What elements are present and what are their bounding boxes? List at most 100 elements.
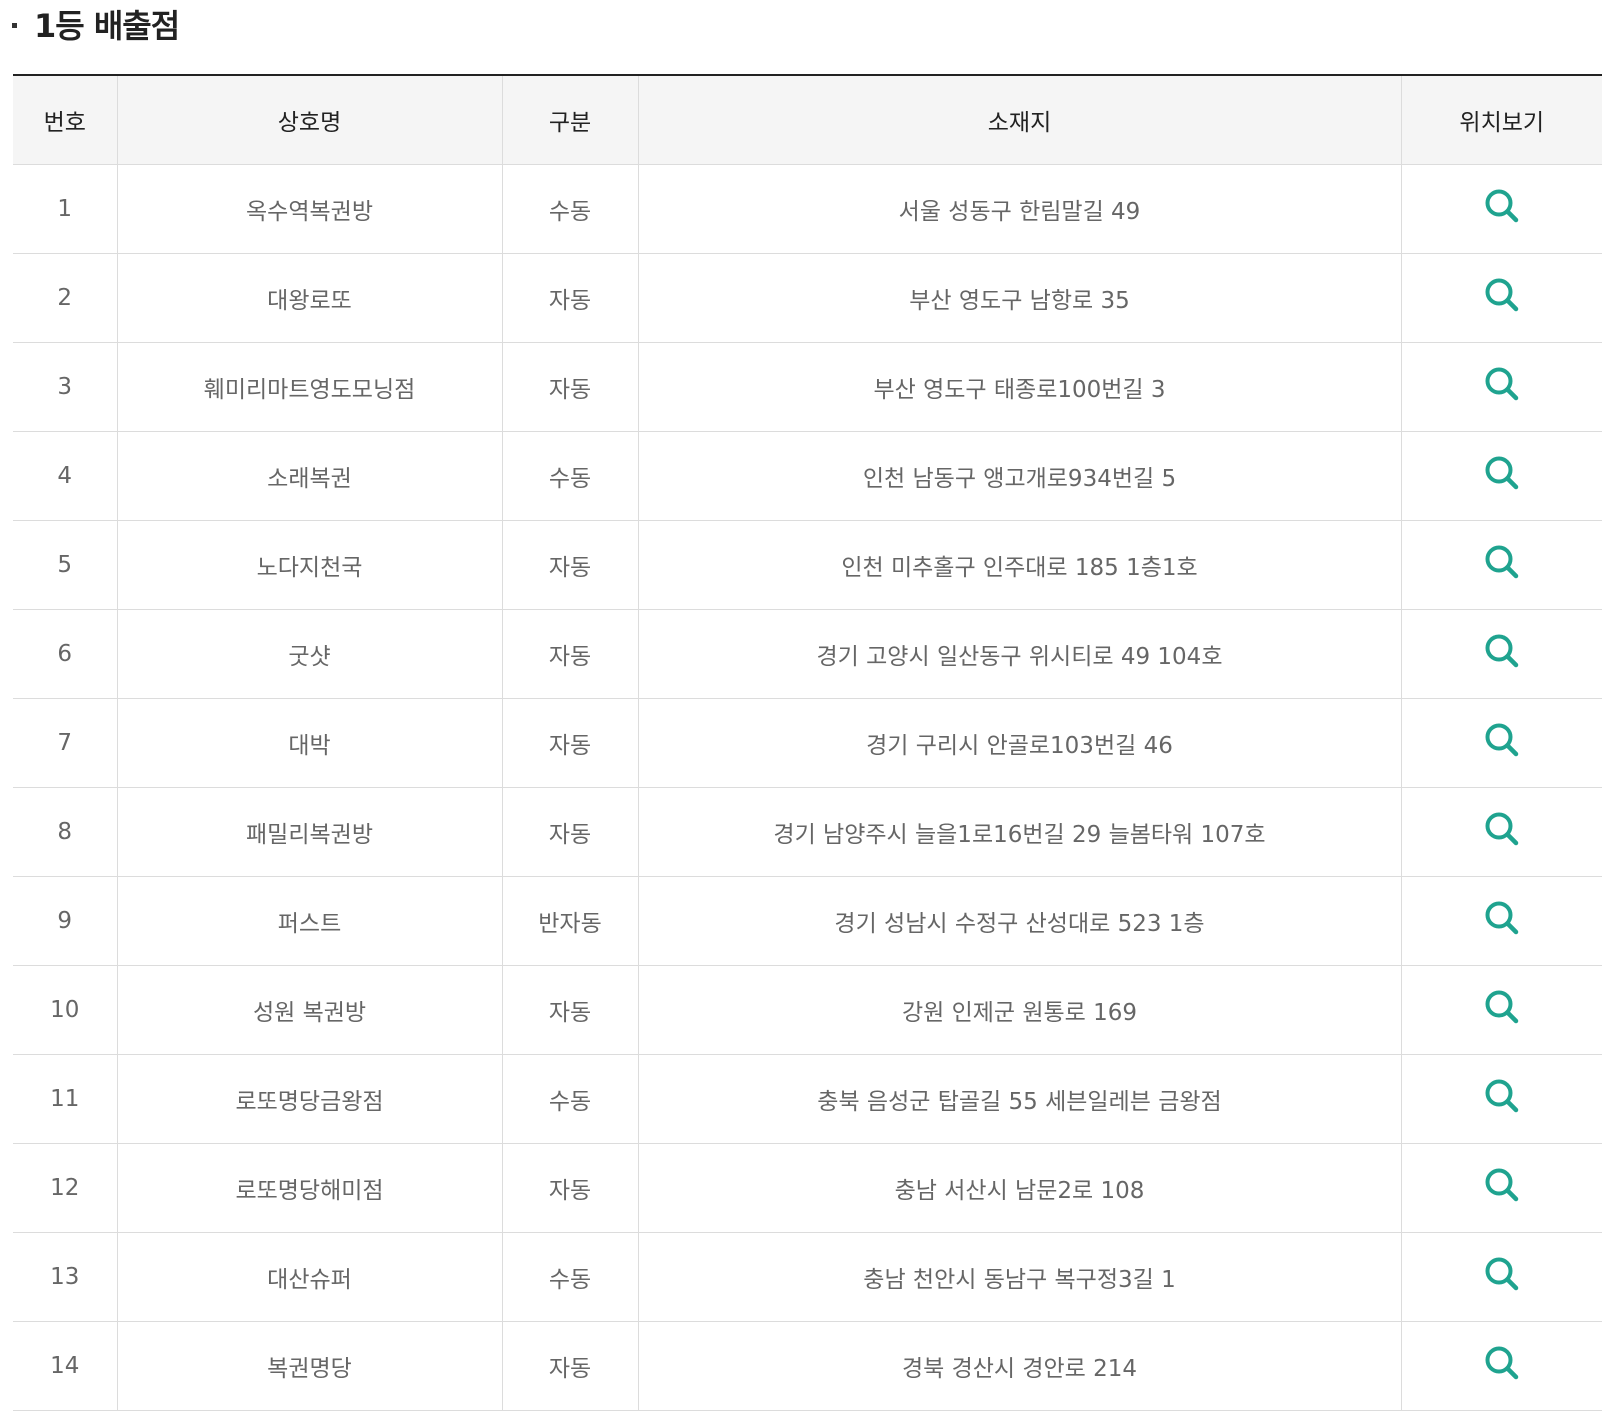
- table-row: 14 복권명당 자동 경북 경산시 경안로 214: [13, 1321, 1602, 1411]
- cell-address: 경기 성남시 수정구 산성대로 523 1층: [637, 876, 1402, 966]
- search-icon[interactable]: [1483, 721, 1521, 765]
- cell-type: 자동: [501, 609, 639, 699]
- cell-name: 로또명당금왕점: [116, 1054, 503, 1144]
- table-row: 11 로또명당금왕점 수동 충북 음성군 탑골길 55 세븐일레븐 금왕점: [13, 1054, 1602, 1144]
- table-row: 8 패밀리복권방 자동 경기 남양주시 늘을1로16번길 29 늘봄타워 107호: [13, 787, 1602, 877]
- cell-name: 대왕로또: [116, 253, 503, 343]
- cell-no: 5: [13, 520, 118, 610]
- cell-type: 수동: [501, 1054, 639, 1144]
- search-icon[interactable]: [1483, 632, 1521, 676]
- cell-no: 3: [13, 342, 118, 432]
- cell-address: 인천 미추홀구 인주대로 185 1층1호: [637, 520, 1402, 610]
- header-address: 소재지: [637, 75, 1402, 165]
- search-icon[interactable]: [1483, 1255, 1521, 1299]
- search-icon[interactable]: [1483, 365, 1521, 409]
- cell-location: [1400, 342, 1602, 432]
- cell-name: 퍼스트: [116, 876, 503, 966]
- search-icon[interactable]: [1483, 276, 1521, 320]
- cell-name: 대산슈퍼: [116, 1232, 503, 1322]
- cell-type: 자동: [501, 1143, 639, 1233]
- cell-name: 복권명당: [116, 1321, 503, 1411]
- search-icon[interactable]: [1483, 454, 1521, 498]
- cell-no: 12: [13, 1143, 118, 1233]
- table-row: 5 노다지천국 자동 인천 미추홀구 인주대로 185 1층1호: [13, 520, 1602, 610]
- search-icon[interactable]: [1483, 187, 1521, 231]
- search-icon[interactable]: [1483, 988, 1521, 1032]
- table-row: 2 대왕로또 자동 부산 영도구 남항로 35: [13, 253, 1602, 343]
- header-name: 상호명: [116, 75, 503, 165]
- cell-no: 1: [13, 164, 118, 254]
- cell-location: [1400, 1232, 1602, 1322]
- cell-no: 9: [13, 876, 118, 966]
- cell-name: 대박: [116, 698, 503, 788]
- cell-location: [1400, 431, 1602, 521]
- cell-name: 성원 복권방: [116, 965, 503, 1055]
- cell-address: 서울 성동구 한림말길 49: [637, 164, 1402, 254]
- cell-location: [1400, 1143, 1602, 1233]
- table-row: 4 소래복권 수동 인천 남동구 앵고개로934번길 5: [13, 431, 1602, 521]
- table-row: 9 퍼스트 반자동 경기 성남시 수정구 산성대로 523 1층: [13, 876, 1602, 966]
- cell-name: 소래복권: [116, 431, 503, 521]
- table-row: 13 대산슈퍼 수동 충남 천안시 동남구 복구정3길 1: [13, 1232, 1602, 1322]
- cell-address: 충북 음성군 탑골길 55 세븐일레븐 금왕점: [637, 1054, 1402, 1144]
- cell-type: 자동: [501, 342, 639, 432]
- cell-location: [1400, 698, 1602, 788]
- cell-name: 굿샷: [116, 609, 503, 699]
- table-row: 10 성원 복권방 자동 강원 인제군 원통로 169: [13, 965, 1602, 1055]
- cell-type: 자동: [501, 1321, 639, 1411]
- header-no: 번호: [13, 75, 118, 165]
- cell-type: 자동: [501, 787, 639, 877]
- cell-no: 2: [13, 253, 118, 343]
- cell-type: 자동: [501, 520, 639, 610]
- cell-name: 훼미리마트영도모닝점: [116, 342, 503, 432]
- cell-address: 인천 남동구 앵고개로934번길 5: [637, 431, 1402, 521]
- table-row: 6 굿샷 자동 경기 고양시 일산동구 위시티로 49 104호: [13, 609, 1602, 699]
- cell-name: 옥수역복권방: [116, 164, 503, 254]
- cell-location: [1400, 1054, 1602, 1144]
- cell-address: 경기 남양주시 늘을1로16번길 29 늘봄타워 107호: [637, 787, 1402, 877]
- search-icon[interactable]: [1483, 810, 1521, 854]
- search-icon[interactable]: [1483, 1344, 1521, 1388]
- cell-type: 수동: [501, 1232, 639, 1322]
- cell-no: 11: [13, 1054, 118, 1144]
- cell-name: 패밀리복권방: [116, 787, 503, 877]
- header-type: 구분: [501, 75, 639, 165]
- cell-address: 경기 고양시 일산동구 위시티로 49 104호: [637, 609, 1402, 699]
- cell-address: 경북 경산시 경안로 214: [637, 1321, 1402, 1411]
- cell-address: 경기 구리시 안골로103번길 46: [637, 698, 1402, 788]
- cell-address: 부산 영도구 태종로100번길 3: [637, 342, 1402, 432]
- cell-type: 자동: [501, 698, 639, 788]
- cell-no: 13: [13, 1232, 118, 1322]
- search-icon[interactable]: [1483, 1166, 1521, 1210]
- header-location: 위치보기: [1400, 75, 1602, 165]
- cell-address: 부산 영도구 남항로 35: [637, 253, 1402, 343]
- table-row: 1 옥수역복권방 수동 서울 성동구 한림말길 49: [13, 164, 1602, 254]
- bullet-marker: [12, 22, 17, 28]
- cell-address: 강원 인제군 원통로 169: [637, 965, 1402, 1055]
- table-body: 1 옥수역복권방 수동 서울 성동구 한림말길 49 2 대왕로또 자동 부산 영도구 남항로…: [13, 164, 1602, 1411]
- cell-no: 4: [13, 431, 118, 521]
- cell-type: 반자동: [501, 876, 639, 966]
- cell-location: [1400, 876, 1602, 966]
- page-title: 1등 배출점: [34, 7, 180, 45]
- cell-no: 7: [13, 698, 118, 788]
- search-icon[interactable]: [1483, 1077, 1521, 1121]
- cell-location: [1400, 965, 1602, 1055]
- winning-stores-table: 번호 상호명 구분 소재지 위치보기 1 옥수역복권방 수동 서울 성동구 한림말길 …: [13, 74, 1602, 1411]
- search-icon[interactable]: [1483, 543, 1521, 587]
- cell-no: 10: [13, 965, 118, 1055]
- cell-type: 자동: [501, 965, 639, 1055]
- cell-no: 14: [13, 1321, 118, 1411]
- table-row: 12 로또명당해미점 자동 충남 서산시 남문2로 108: [13, 1143, 1602, 1233]
- cell-type: 수동: [501, 164, 639, 254]
- section-heading: 1등 배출점: [12, 0, 180, 48]
- cell-name: 로또명당해미점: [116, 1143, 503, 1233]
- cell-location: [1400, 609, 1602, 699]
- table-row: 3 훼미리마트영도모닝점 자동 부산 영도구 태종로100번길 3: [13, 342, 1602, 432]
- cell-type: 자동: [501, 253, 639, 343]
- cell-location: [1400, 520, 1602, 610]
- search-icon[interactable]: [1483, 899, 1521, 943]
- cell-type: 수동: [501, 431, 639, 521]
- cell-location: [1400, 253, 1602, 343]
- cell-name: 노다지천국: [116, 520, 503, 610]
